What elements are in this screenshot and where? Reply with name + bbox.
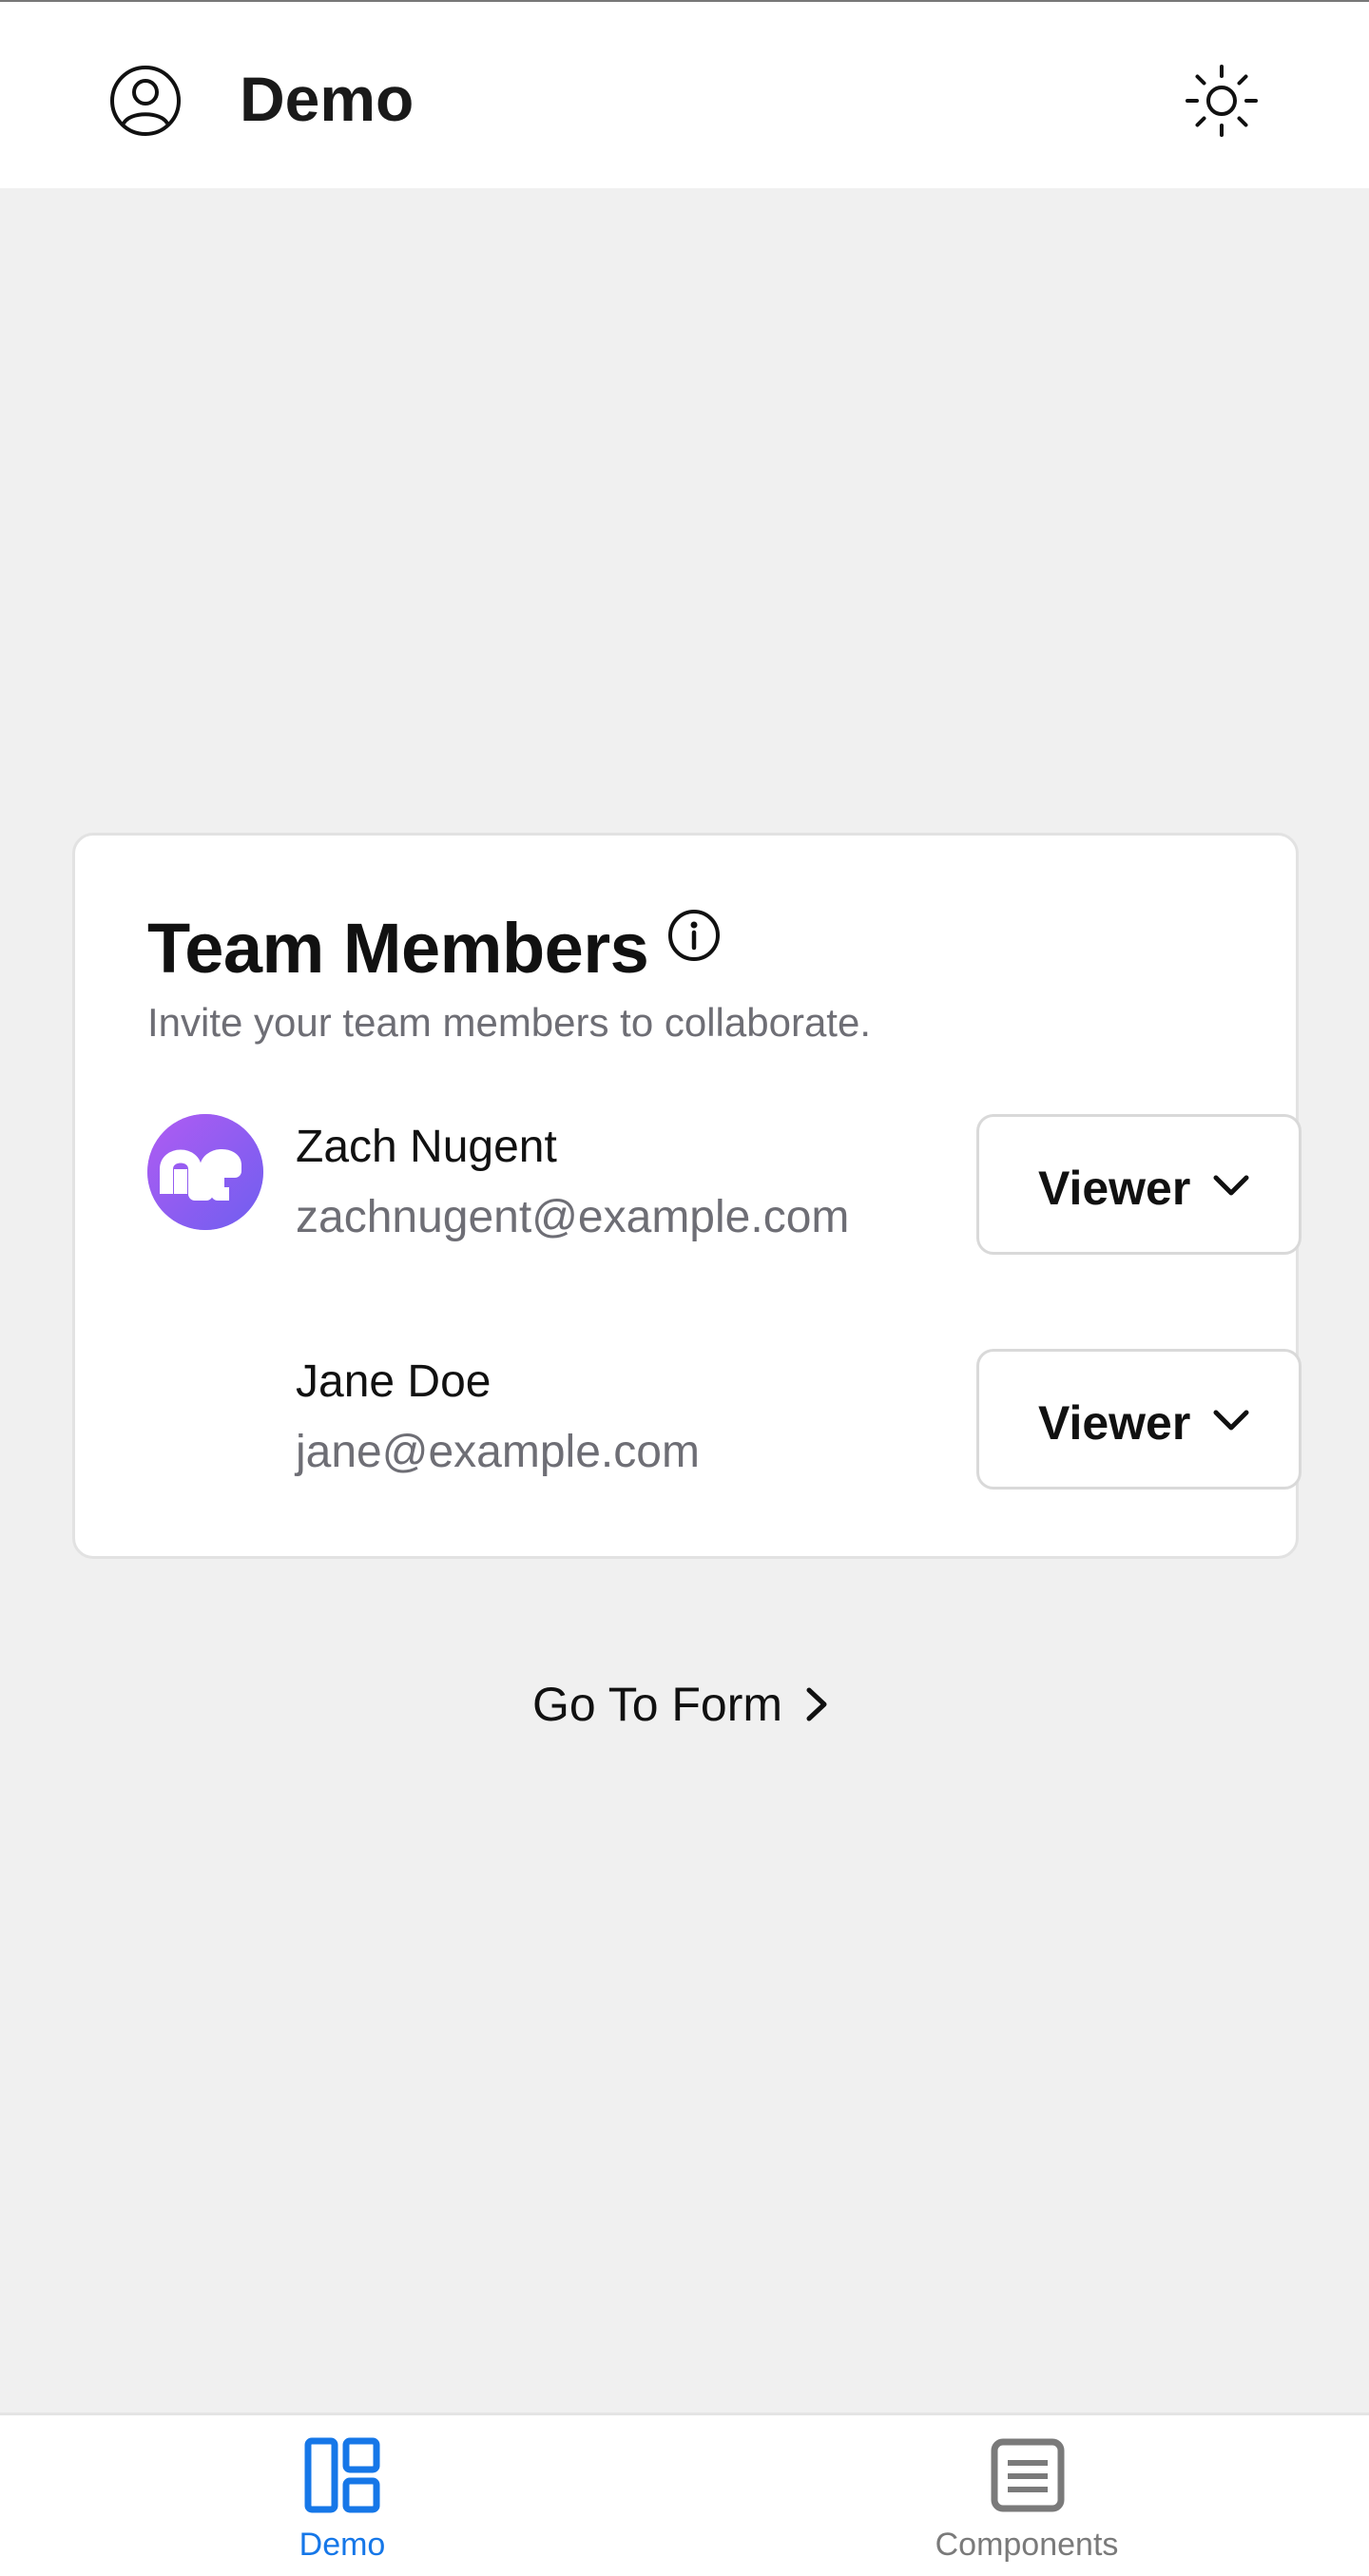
go-to-form-label: Go To Form (532, 1678, 783, 1731)
tab-label: Demo (299, 2527, 386, 2563)
top-header: Demo (0, 0, 1369, 188)
member-email: jane@example.com (296, 1427, 700, 1477)
member-row: Jane Doe jane@example.com Viewer (147, 1349, 1302, 1491)
role-select[interactable]: Viewer (976, 1114, 1302, 1255)
card-title: Team Members (147, 909, 649, 988)
tab-label: Components (935, 2527, 1119, 2563)
team-members-card: Team Members Invite your team members to… (72, 833, 1302, 1559)
chevron-right-icon (800, 1682, 834, 1726)
card-subtitle: Invite your team members to collaborate. (147, 1000, 872, 1045)
brand-logo-icon (147, 1114, 263, 1230)
sun-icon[interactable] (1184, 63, 1260, 139)
go-to-form-link[interactable]: Go To Form (532, 1671, 834, 1738)
member-name: Zach Nugent (296, 1122, 557, 1172)
bottom-tab-bar: Demo Components (0, 2413, 1369, 2576)
role-select-value: Viewer (1038, 1162, 1191, 1215)
user-circle-icon[interactable] (108, 64, 183, 138)
layout-grid-icon (303, 2436, 381, 2514)
avatar (147, 1114, 263, 1230)
info-icon[interactable] (666, 908, 722, 963)
tab-components[interactable]: Components (684, 2415, 1369, 2576)
member-name: Jane Doe (296, 1356, 492, 1407)
tab-demo[interactable]: Demo (0, 2415, 684, 2576)
member-email: zachnugent@example.com (296, 1192, 850, 1242)
role-select[interactable]: Viewer (976, 1349, 1302, 1490)
member-row: Zach Nugent zachnugent@example.com Viewe… (147, 1114, 1302, 1257)
role-select-value: Viewer (1038, 1396, 1191, 1450)
chevron-down-icon (1209, 1164, 1253, 1208)
list-box-icon (989, 2436, 1067, 2514)
chevron-down-icon (1209, 1399, 1253, 1443)
app-root: Demo Team Members Invite your team membe… (0, 0, 1369, 2576)
page-title: Demo (240, 64, 415, 134)
